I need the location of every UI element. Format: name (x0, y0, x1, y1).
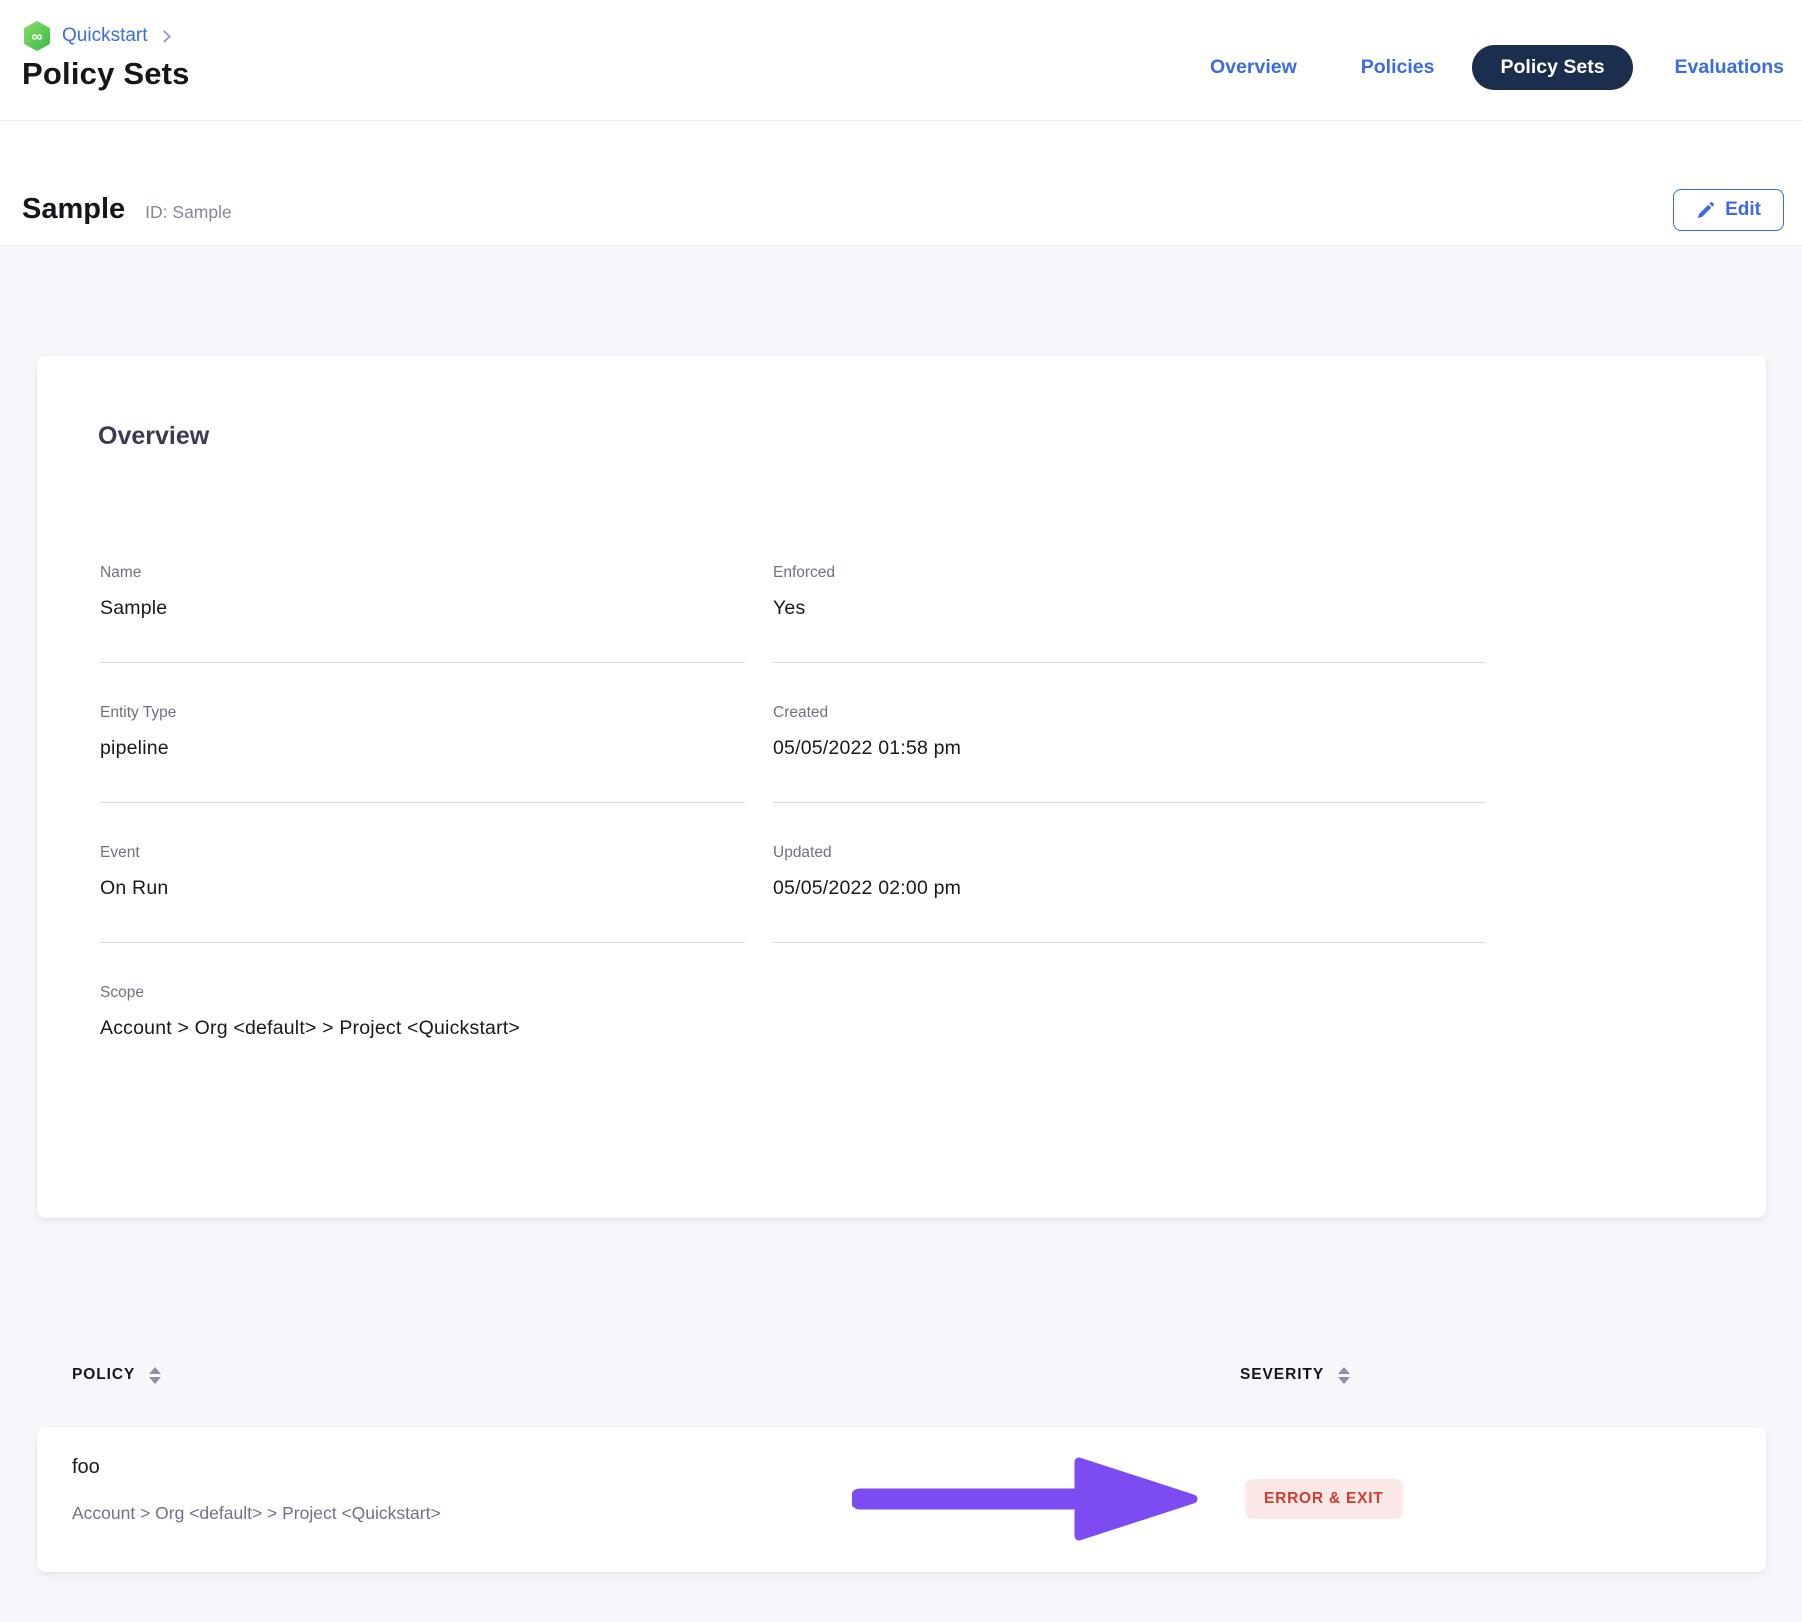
overview-fields: Name Sample Entity Type pipeline Event O… (100, 564, 1486, 1082)
field-updated-label: Updated (773, 844, 1486, 862)
column-header-severity-label: SEVERITY (1240, 1366, 1324, 1384)
breadcrumb: ∞ Quickstart (22, 20, 169, 52)
field-scope: Scope Account > Org <default> > Project … (100, 943, 745, 1082)
overview-fields-right-column: Enforced Yes Created 05/05/2022 01:58 pm… (773, 564, 1486, 1082)
breadcrumb-project-link[interactable]: Quickstart (62, 25, 148, 47)
field-entity-type-label: Entity Type (100, 704, 745, 722)
svg-text:∞: ∞ (31, 29, 42, 46)
sort-icon[interactable] (149, 1367, 161, 1384)
policy-set-name: Sample (22, 193, 125, 226)
field-event-value: On Run (100, 877, 745, 900)
nav-tab-policies[interactable]: Policies (1361, 56, 1435, 79)
overview-fields-left-column: Name Sample Entity Type pipeline Event O… (100, 564, 745, 1082)
nav-tab-overview[interactable]: Overview (1210, 56, 1297, 79)
policy-scope: Account > Org <default> > Project <Quick… (72, 1503, 441, 1524)
policy-sets-screen: ∞ Quickstart Policy Sets Overview Polici… (0, 0, 1802, 1622)
field-entity-type: Entity Type pipeline (100, 663, 745, 803)
overview-card: Overview Name Sample Entity Type pipelin… (37, 356, 1766, 1218)
chevron-right-icon (158, 30, 171, 43)
page-title: Policy Sets (22, 56, 190, 92)
field-event-label: Event (100, 844, 745, 862)
field-updated: Updated 05/05/2022 02:00 pm (773, 803, 1486, 943)
field-event: Event On Run (100, 803, 745, 943)
field-created: Created 05/05/2022 01:58 pm (773, 663, 1486, 803)
field-name: Name Sample (100, 564, 745, 663)
top-nav: Overview Policies Policy Sets Evaluation… (1210, 45, 1784, 90)
overview-heading: Overview (98, 422, 209, 451)
field-entity-type-value: pipeline (100, 737, 745, 760)
top-header: ∞ Quickstart Policy Sets Overview Polici… (0, 0, 1802, 121)
entity-title-line: Sample ID: Sample (22, 193, 232, 226)
field-name-label: Name (100, 564, 745, 582)
edit-button-label: Edit (1725, 199, 1761, 221)
field-scope-value: Account > Org <default> > Project <Quick… (100, 1017, 745, 1040)
entity-subheader: Sample ID: Sample Edit (0, 121, 1802, 246)
field-enforced: Enforced Yes (773, 564, 1486, 663)
edit-pencil-icon (1696, 201, 1715, 220)
nav-tab-evaluations[interactable]: Evaluations (1675, 56, 1784, 79)
policy-table-row[interactable]: foo Account > Org <default> > Project <Q… (37, 1427, 1766, 1572)
edit-button[interactable]: Edit (1673, 189, 1784, 231)
column-header-policy-label: POLICY (72, 1366, 135, 1384)
policies-table-header: POLICY SEVERITY (0, 1360, 1802, 1400)
sort-icon[interactable] (1338, 1367, 1350, 1384)
field-name-value: Sample (100, 597, 745, 620)
field-updated-value: 05/05/2022 02:00 pm (773, 877, 1486, 900)
field-enforced-label: Enforced (773, 564, 1486, 582)
field-enforced-value: Yes (773, 597, 1486, 620)
field-created-value: 05/05/2022 01:58 pm (773, 737, 1486, 760)
nav-tab-policy-sets-active[interactable]: Policy Sets (1472, 45, 1632, 90)
project-icon: ∞ (22, 20, 52, 52)
column-header-severity[interactable]: SEVERITY (1240, 1366, 1350, 1384)
column-header-policy[interactable]: POLICY (72, 1366, 161, 1384)
policy-set-id: ID: Sample (145, 202, 232, 223)
severity-badge: ERROR & EXIT (1245, 1479, 1403, 1519)
field-created-label: Created (773, 704, 1486, 722)
annotation-arrow-icon (852, 1457, 1202, 1541)
policy-name: foo (72, 1456, 100, 1479)
field-scope-label: Scope (100, 984, 745, 1002)
